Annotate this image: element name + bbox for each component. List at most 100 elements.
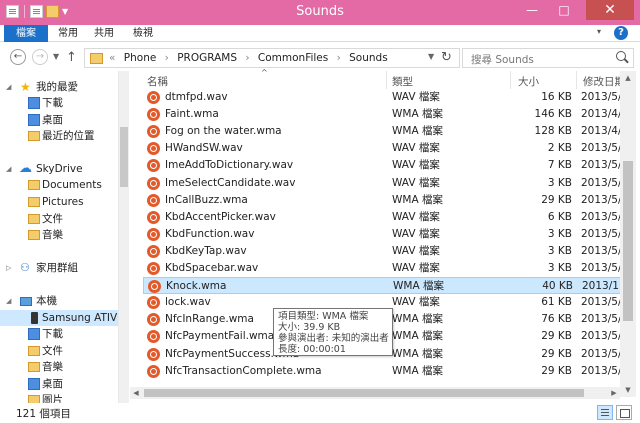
audio-file-icon bbox=[147, 176, 160, 190]
column-header-type[interactable]: 類型 bbox=[392, 74, 413, 89]
recent-locations-dropdown-icon[interactable]: ▼ bbox=[53, 52, 59, 61]
breadcrumb-separator[interactable]: › bbox=[165, 52, 169, 64]
refresh-icon[interactable]: ↻ bbox=[441, 50, 452, 65]
audio-file-icon bbox=[147, 330, 160, 344]
details-view-button[interactable] bbox=[597, 405, 613, 420]
file-date: 2013/5/ bbox=[581, 142, 620, 155]
file-type: WAV 檔案 bbox=[392, 244, 440, 257]
nav-pc-downloads[interactable]: 下載 bbox=[0, 326, 125, 342]
nav-skydrive[interactable]: ◢ ☁ SkyDrive bbox=[0, 161, 125, 177]
column-header-size[interactable]: 大小 bbox=[518, 74, 539, 89]
back-button[interactable]: ← bbox=[10, 49, 26, 65]
nav-skydrive-music[interactable]: 音樂 bbox=[0, 227, 125, 243]
nav-pc-music[interactable]: 音樂 bbox=[0, 359, 125, 375]
nav-documents[interactable]: Documents bbox=[0, 177, 125, 193]
file-row[interactable]: Fog on the water.wma WMA 檔案 128 KB 2013/4/ bbox=[143, 123, 620, 140]
file-row[interactable]: KbdAccentPicker.wav WAV 檔案 6 KB 2013/5/ bbox=[143, 209, 620, 226]
breadcrumb-commonfiles[interactable]: CommonFiles bbox=[258, 52, 328, 64]
folder-icon bbox=[28, 395, 40, 403]
file-row[interactable]: NfcTransactionComplete.wma WMA 檔案 29 KB 201… bbox=[143, 363, 620, 380]
minimize-button[interactable]: — bbox=[518, 0, 546, 20]
file-row[interactable]: KbdKeyTap.wav WAV 檔案 3 KB 2013/5/ bbox=[143, 243, 620, 260]
file-row[interactable]: dtmfpd.wav WAV 檔案 16 KB 2013/5/ bbox=[143, 89, 620, 106]
help-icon[interactable]: ? bbox=[614, 26, 628, 40]
file-list-horizontal-scrollbar[interactable]: ◀ ▶ bbox=[130, 387, 620, 399]
scroll-left-arrow-icon[interactable]: ◀ bbox=[130, 387, 142, 399]
file-row[interactable]: Faint.wma WMA 檔案 146 KB 2013/4/ bbox=[143, 106, 620, 123]
tab-home[interactable]: 常用 bbox=[52, 25, 84, 42]
column-header-date[interactable]: 修改日期 bbox=[583, 74, 625, 89]
breadcrumb-separator[interactable]: › bbox=[245, 52, 249, 64]
file-name: KbdKeyTap.wav bbox=[165, 244, 247, 257]
up-button[interactable]: ↑ bbox=[66, 50, 77, 65]
audio-file-icon bbox=[147, 227, 160, 241]
audio-file-icon bbox=[147, 262, 160, 275]
file-row[interactable]: InCallBuzz.wma WMA 檔案 29 KB 2013/5/ bbox=[143, 192, 620, 209]
breadcrumb-sounds[interactable]: Sounds bbox=[349, 52, 388, 64]
search-icon[interactable] bbox=[616, 51, 626, 61]
computer-icon bbox=[20, 297, 32, 306]
file-row[interactable]: ImeSelectCandidate.wav WAV 檔案 3 KB 2013/5/ bbox=[143, 175, 620, 192]
nav-this-pc[interactable]: ◢ 本機 bbox=[0, 293, 125, 309]
nav-pc-desktop[interactable]: 桌面 bbox=[0, 376, 125, 392]
nav-label: Pictures bbox=[42, 196, 84, 208]
tab-share[interactable]: 共用 bbox=[88, 25, 120, 42]
file-date: 2013/5/ bbox=[581, 296, 620, 309]
large-icons-view-button[interactable] bbox=[616, 405, 632, 420]
breadcrumb-separator[interactable]: › bbox=[337, 52, 341, 64]
maximize-button[interactable]: □ bbox=[550, 0, 578, 20]
folder-icon bbox=[90, 53, 103, 64]
tab-file[interactable]: 檔案 bbox=[4, 25, 48, 42]
nav-pc-pictures[interactable]: 圖片 bbox=[0, 392, 125, 403]
scroll-down-arrow-icon[interactable]: ▼ bbox=[620, 383, 636, 397]
file-row[interactable]: KbdFunction.wav WAV 檔案 3 KB 2013/5/ bbox=[143, 226, 620, 243]
column-divider[interactable] bbox=[576, 71, 577, 89]
scroll-right-arrow-icon[interactable]: ▶ bbox=[608, 387, 620, 399]
scrollbar-thumb[interactable] bbox=[144, 389, 584, 397]
breadcrumb: « Phone › PROGRAMS › CommonFiles › Sound… bbox=[109, 52, 393, 64]
expand-arrow-icon[interactable]: ▷ bbox=[6, 260, 11, 276]
expand-ribbon-icon[interactable]: ▾ bbox=[597, 27, 601, 36]
overflow-chevron[interactable]: « bbox=[109, 52, 115, 64]
navigation-pane-scrollbar[interactable] bbox=[119, 71, 129, 403]
breadcrumb-programs[interactable]: PROGRAMS bbox=[177, 52, 237, 64]
nav-desktop[interactable]: 桌面 bbox=[0, 112, 125, 128]
address-history-dropdown-icon[interactable]: ▼ bbox=[428, 52, 434, 61]
nav-recent-places[interactable]: 最近的位置 bbox=[0, 128, 125, 144]
column-divider[interactable] bbox=[510, 71, 511, 89]
nav-favorites[interactable]: ◢ ★ 我的最愛 bbox=[0, 79, 125, 95]
nav-label: 下載 bbox=[42, 97, 63, 109]
address-bar[interactable]: « Phone › PROGRAMS › CommonFiles › Sound… bbox=[84, 48, 460, 68]
collapse-arrow-icon[interactable]: ◢ bbox=[6, 293, 11, 309]
nav-skydrive-documents[interactable]: 文件 bbox=[0, 211, 125, 227]
forward-button[interactable]: → bbox=[32, 49, 48, 65]
file-size: 146 KB bbox=[534, 108, 572, 121]
file-row[interactable]: ImeAddToDictionary.wav WAV 檔案 7 KB 2013/5/ bbox=[143, 157, 620, 174]
scrollbar-thumb[interactable] bbox=[623, 161, 633, 321]
collapse-arrow-icon[interactable]: ◢ bbox=[6, 79, 11, 95]
collapse-arrow-icon[interactable]: ◢ bbox=[6, 161, 11, 177]
nav-samsung-ativ-s[interactable]: Samsung ATIV S bbox=[0, 310, 125, 326]
nav-downloads[interactable]: 下載 bbox=[0, 95, 125, 111]
nav-label: 文件 bbox=[42, 213, 63, 225]
file-row[interactable]: KbdSpacebar.wav WAV 檔案 3 KB 2013/5/ bbox=[143, 260, 620, 277]
file-info-tooltip: 項目類型: WMA 檔案 大小: 39.9 KB 參與演出者: 未知的演出者 長… bbox=[273, 308, 393, 356]
download-folder-icon bbox=[28, 97, 40, 109]
column-divider[interactable] bbox=[386, 71, 387, 89]
file-size: 29 KB bbox=[541, 330, 572, 343]
column-header-name[interactable]: 名稱 bbox=[147, 74, 168, 89]
nav-pc-documents[interactable]: 文件 bbox=[0, 343, 125, 359]
file-size: 3 KB bbox=[547, 176, 572, 189]
file-row[interactable]: Knock.wma WMA 檔案 40 KB 2013/11 bbox=[143, 277, 620, 295]
file-list-vertical-scrollbar[interactable]: ▲ ▼ bbox=[620, 71, 636, 397]
scroll-up-arrow-icon[interactable]: ▲ bbox=[620, 71, 636, 85]
nav-pictures[interactable]: Pictures bbox=[0, 194, 125, 210]
close-button[interactable]: ✕ bbox=[586, 0, 634, 20]
nav-homegroup[interactable]: ▷ ⚇ 家用群組 bbox=[0, 260, 125, 276]
breadcrumb-phone[interactable]: Phone bbox=[124, 52, 157, 64]
search-box[interactable]: 搜尋 Sounds bbox=[462, 48, 634, 68]
file-row[interactable]: HWandSW.wav WAV 檔案 2 KB 2013/5/ bbox=[143, 140, 620, 157]
scrollbar-thumb[interactable] bbox=[120, 127, 128, 187]
tab-view[interactable]: 檢視 bbox=[126, 25, 160, 42]
search-input[interactable]: 搜尋 Sounds bbox=[471, 52, 534, 67]
